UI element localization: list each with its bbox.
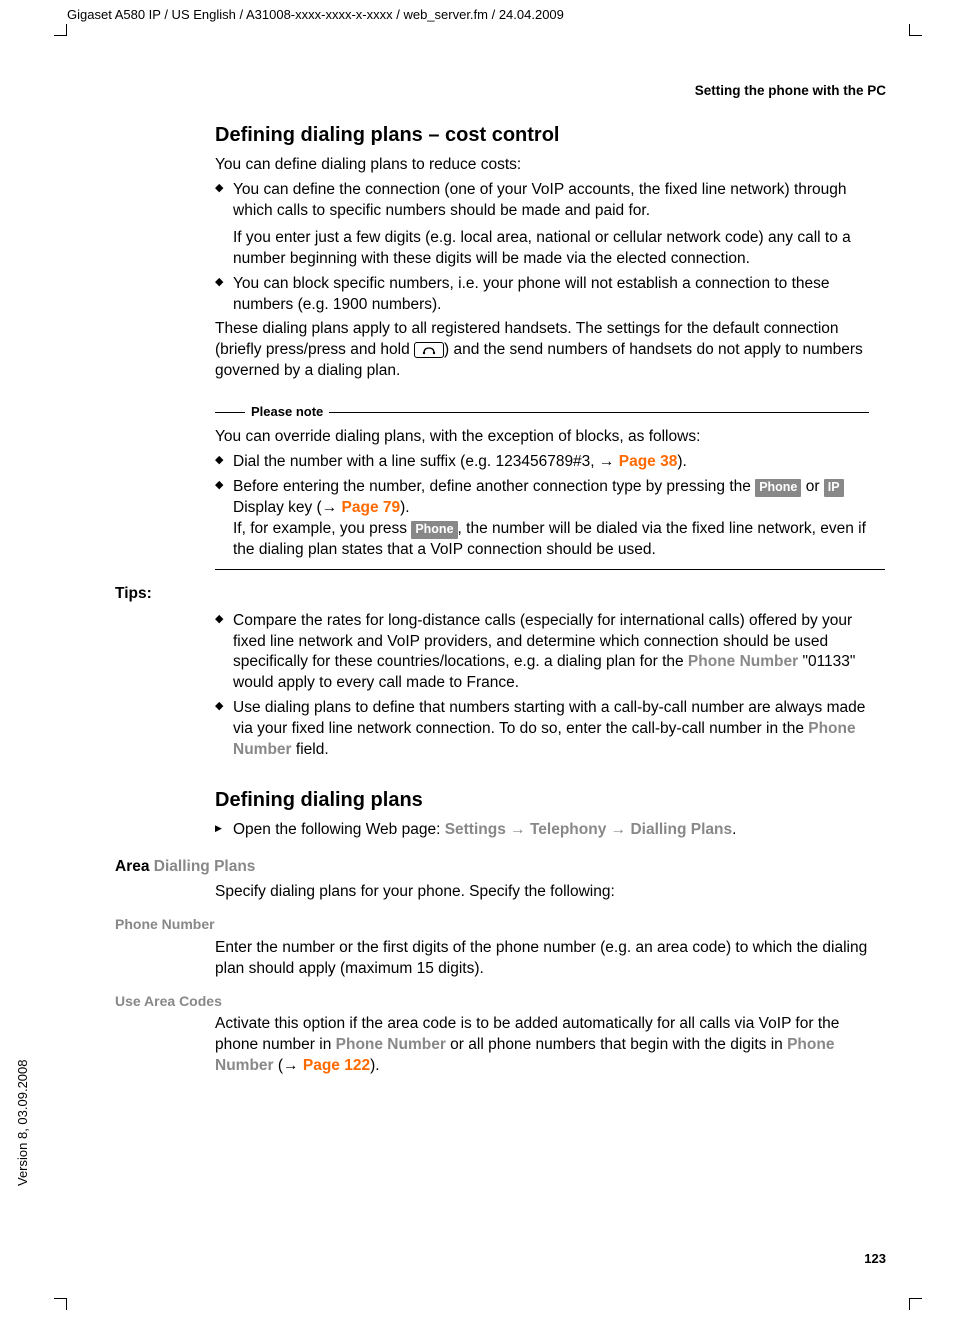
note-text: Display key (	[233, 499, 322, 516]
step-text: Open the following Web page:	[233, 821, 445, 838]
area-label: Area Dialling Plans	[115, 857, 885, 878]
display-key-phone: Phone	[411, 521, 457, 539]
step-text: .	[732, 821, 736, 838]
step-item: Open the following Web page: Settings → …	[215, 820, 885, 841]
document-path: Gigaset A580 IP / US English / A31008-xx…	[67, 6, 564, 24]
running-header: Setting the phone with the PC	[695, 82, 886, 100]
crop-mark	[910, 35, 922, 36]
note-title: Please note	[251, 403, 323, 421]
bullet-item: Compare the rates for long-distance call…	[215, 611, 885, 695]
call-key-icon	[414, 342, 444, 358]
ui-term: Phone Number	[688, 653, 798, 670]
page-link[interactable]: Page 38	[619, 453, 678, 470]
crop-mark	[909, 24, 910, 36]
section-heading-defining: Defining dialing plans	[215, 787, 885, 814]
ui-term: Phone Number	[336, 1036, 446, 1053]
field-description: Enter the number or the first digits of …	[215, 938, 885, 980]
intro-text: You can define dialing plans to reduce c…	[215, 155, 885, 176]
field-text: ).	[370, 1057, 379, 1074]
tip-text: field.	[292, 741, 329, 758]
field-text: or all phone numbers that begin with the…	[446, 1036, 787, 1053]
note-text: Before entering the number, define anoth…	[233, 478, 755, 495]
crop-mark	[66, 24, 67, 36]
bullet-item: Use dialing plans to define that numbers…	[215, 698, 885, 761]
arrow-icon: →	[510, 821, 526, 838]
bullet-text: You can define the connection (one of yo…	[233, 181, 847, 219]
bullet-item: Dial the number with a line suffix (e.g.…	[215, 452, 885, 473]
version-label: Version 8, 03.09.2008	[14, 1060, 32, 1187]
display-key-ip: IP	[824, 479, 844, 497]
page-link[interactable]: Page 79	[342, 499, 401, 516]
ui-term: Dialling Plans	[630, 821, 732, 838]
area-label-text: Area	[115, 858, 154, 875]
arrow-icon: →	[322, 499, 338, 516]
crop-mark	[910, 1298, 922, 1299]
note-text: If, for example, you press	[233, 520, 411, 537]
field-label-phone-number: Phone Number	[115, 915, 885, 934]
ui-term: Telephony	[530, 821, 606, 838]
arrow-icon: →	[611, 821, 627, 838]
note-rule	[329, 412, 869, 413]
crop-mark	[54, 35, 66, 36]
area-intro: Specify dialing plans for your phone. Sp…	[215, 882, 885, 903]
note-rule	[215, 569, 885, 570]
page-number: 123	[864, 1250, 886, 1268]
bullet-item: You can define the connection (one of yo…	[215, 180, 885, 270]
note-box: Please note You can override dialing pla…	[215, 402, 885, 569]
ui-term: Dialling Plans	[154, 858, 256, 875]
crop-mark	[54, 1298, 66, 1299]
page-link[interactable]: Page 122	[303, 1057, 370, 1074]
bullet-item: Before entering the number, define anoth…	[215, 477, 885, 561]
tip-text: Use dialing plans to define that numbers…	[233, 699, 865, 737]
ui-term: Settings	[445, 821, 506, 838]
body-paragraph: These dialing plans apply to all registe…	[215, 319, 885, 382]
bullet-item: You can block specific numbers, i.e. you…	[215, 274, 885, 316]
field-description: Activate this option if the area code is…	[215, 1014, 885, 1077]
arrow-icon: →	[283, 1057, 299, 1074]
section-heading-cost-control: Defining dialing plans – cost control	[215, 122, 885, 149]
bullet-subtext: If you enter just a few digits (e.g. loc…	[233, 228, 885, 270]
crop-mark	[66, 1298, 67, 1310]
note-text: ).	[400, 499, 409, 516]
note-rule	[215, 412, 245, 413]
note-intro: You can override dialing plans, with the…	[215, 427, 885, 448]
display-key-phone: Phone	[755, 479, 801, 497]
note-text: or	[801, 478, 823, 495]
note-text: Dial the number with a line suffix (e.g.…	[233, 453, 599, 470]
tips-label: Tips:	[115, 584, 885, 605]
arrow-icon: →	[599, 453, 615, 470]
field-text: (	[274, 1057, 283, 1074]
note-text: ).	[677, 453, 686, 470]
field-label-use-area-codes: Use Area Codes	[115, 992, 885, 1011]
crop-mark	[909, 1298, 910, 1310]
